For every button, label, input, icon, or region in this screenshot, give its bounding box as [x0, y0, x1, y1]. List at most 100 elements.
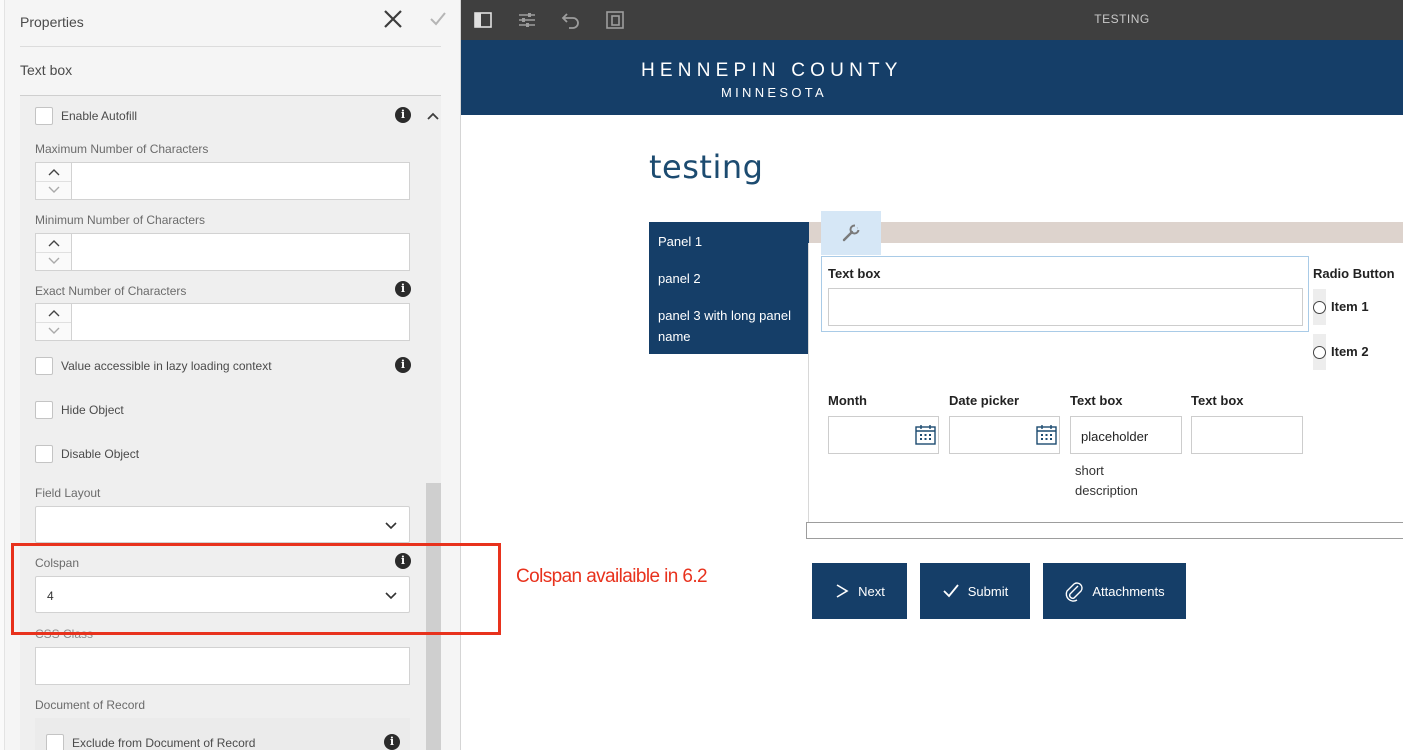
submit-button[interactable]: Submit — [920, 563, 1030, 619]
next-button-label: Next — [858, 583, 885, 599]
info-icon[interactable]: i — [395, 357, 411, 373]
min-chars-input[interactable] — [72, 233, 410, 271]
textbox3-input[interactable] — [1191, 416, 1303, 454]
attachments-button[interactable]: Attachments — [1043, 563, 1186, 619]
disable-object-label: Disable Object — [61, 447, 140, 461]
exact-chars-field — [35, 303, 410, 341]
editor-toolbar: TESTING — [461, 0, 1403, 40]
min-chars-field — [35, 233, 410, 271]
datepicker-label: Date picker — [949, 393, 1020, 408]
field-layout-label: Field Layout — [35, 486, 101, 500]
max-chars-stepper — [35, 162, 72, 200]
textbox2-label: Text box — [1070, 393, 1123, 408]
textbox2-description: short description — [1075, 463, 1138, 498]
banner-subtitle: MINNESOTA — [721, 85, 828, 100]
disable-object-row: Disable Object — [35, 444, 139, 464]
nav-item-panel-2[interactable]: panel 2 — [658, 268, 803, 289]
enable-autofill-checkbox[interactable] — [35, 107, 53, 125]
form-name-title: TESTING — [1094, 12, 1150, 26]
textbox3-label: Text box — [1191, 393, 1244, 408]
paperclip-icon — [1066, 582, 1084, 602]
nav-item-panel-1[interactable]: Panel 1 — [658, 231, 803, 252]
lazy-loading-row: Value accessible in lazy loading context — [35, 356, 272, 376]
radio-item-1-label: Item 1 — [1331, 299, 1369, 314]
wrench-icon[interactable] — [840, 222, 862, 244]
chevron-up-icon — [48, 309, 59, 317]
submit-button-label: Submit — [967, 583, 1009, 599]
min-chars-label: Minimum Number of Characters — [35, 213, 206, 227]
field-layout-select[interactable] — [35, 506, 410, 543]
info-icon[interactable]: i — [395, 281, 411, 297]
next-button[interactable]: Next — [812, 563, 907, 619]
banner-title: HENNEPIN COUNTY — [641, 60, 903, 81]
exact-chars-label: Exact Number of Characters — [35, 284, 187, 298]
max-chars-input[interactable] — [72, 162, 410, 200]
stepper-up[interactable] — [36, 163, 71, 182]
hide-object-label: Hide Object — [61, 403, 124, 417]
chevron-up-icon — [48, 168, 59, 176]
check-icon — [943, 584, 959, 598]
info-icon[interactable]: i — [384, 734, 400, 750]
stepper-down[interactable] — [36, 182, 71, 200]
close-icon[interactable] — [382, 8, 404, 30]
exclude-dor-checkbox[interactable] — [46, 734, 64, 750]
max-chars-label: Maximum Number of Characters — [35, 142, 209, 156]
chevron-down-icon — [48, 327, 59, 335]
nav-item-panel-3[interactable]: panel 3 with long panel name — [658, 305, 803, 347]
textbox2-placeholder: placeholder — [1081, 429, 1149, 444]
stepper-down[interactable] — [36, 253, 71, 271]
chevron-down-icon — [48, 186, 59, 194]
hide-object-checkbox[interactable] — [35, 401, 53, 419]
app-root: Properties Text box Enable Autofill i Ma… — [0, 0, 1403, 750]
radio-item-1[interactable] — [1313, 301, 1326, 314]
textbox-input[interactable] — [828, 288, 1303, 326]
exclude-dor-label: Exclude from Document of Record — [72, 736, 256, 750]
county-banner: HENNEPIN COUNTY MINNESOTA — [461, 40, 1403, 115]
datepicker-input[interactable] — [949, 416, 1060, 454]
calendar-icon[interactable] — [914, 423, 938, 447]
month-label: Month — [828, 393, 867, 408]
attachments-button-label: Attachments — [1092, 583, 1165, 599]
month-input[interactable] — [828, 416, 939, 454]
radio-item-2[interactable] — [1313, 346, 1326, 359]
component-type-label: Text box — [20, 62, 73, 78]
hide-object-row: Hide Object — [35, 400, 124, 420]
disable-object-checkbox[interactable] — [35, 445, 53, 463]
info-icon[interactable]: i — [395, 107, 411, 123]
chevron-right-icon — [836, 584, 849, 598]
panel-footer-bar — [806, 522, 1403, 539]
radio-item-2-label: Item 2 — [1331, 344, 1369, 359]
collapse-chevron-up-icon[interactable] — [425, 110, 441, 122]
panel-edge — [0, 0, 5, 750]
min-chars-stepper — [35, 233, 72, 271]
panel-toolbar-strip — [809, 222, 1403, 243]
radio-group-label: Radio Button — [1313, 266, 1395, 281]
panel-nav: Panel 1 panel 2 panel 3 with long panel … — [649, 222, 809, 354]
properties-panel: Properties Text box Enable Autofill i Ma… — [0, 0, 461, 750]
annotation-highlight-box — [11, 543, 501, 635]
textbox2-input[interactable]: placeholder — [1070, 416, 1182, 454]
chevron-up-icon — [48, 239, 59, 247]
chevron-down-icon — [385, 522, 397, 530]
exact-chars-stepper — [35, 303, 72, 341]
lazy-loading-checkbox[interactable] — [35, 357, 53, 375]
textbox-label: Text box — [828, 266, 881, 281]
properties-title: Properties — [20, 14, 84, 30]
max-chars-field — [35, 162, 410, 200]
exact-chars-input[interactable] — [72, 303, 410, 341]
lazy-loading-label: Value accessible in lazy loading context — [61, 359, 272, 373]
css-class-input[interactable] — [35, 647, 410, 685]
enable-autofill-row: Enable Autofill — [35, 106, 137, 126]
chevron-down-icon — [48, 257, 59, 265]
annotation-text: Colspan availaible in 6.2 — [516, 566, 708, 587]
exclude-dor-row: Exclude from Document of Record — [46, 733, 255, 750]
divider — [20, 46, 441, 47]
calendar-icon[interactable] — [1035, 423, 1059, 447]
stepper-down[interactable] — [36, 323, 71, 341]
enable-autofill-label: Enable Autofill — [61, 109, 138, 123]
form-title: testing — [649, 148, 764, 186]
stepper-up[interactable] — [36, 234, 71, 253]
document-of-record-label: Document of Record — [35, 698, 146, 712]
done-check-icon[interactable] — [428, 9, 448, 29]
stepper-up[interactable] — [36, 304, 71, 323]
